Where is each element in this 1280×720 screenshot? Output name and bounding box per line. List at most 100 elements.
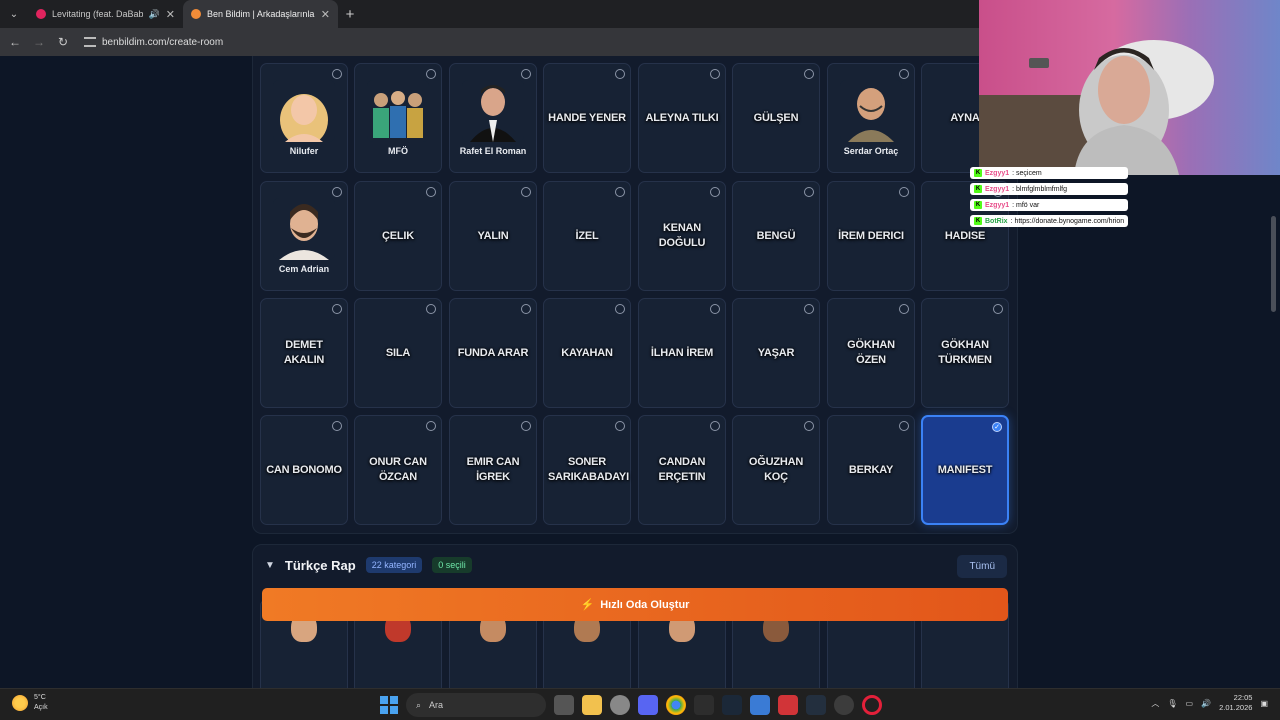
category-card[interactable]: ALEYNA TILKI xyxy=(638,63,726,173)
pen-app-icon[interactable] xyxy=(694,695,714,715)
radio-icon[interactable] xyxy=(899,187,909,197)
radio-icon[interactable] xyxy=(332,304,342,314)
windows-start-icon[interactable] xyxy=(380,696,398,714)
obs-icon[interactable] xyxy=(834,695,854,715)
chevron-up-icon[interactable]: ︿ xyxy=(1151,698,1159,709)
category-card[interactable]: MFÖ xyxy=(354,63,442,173)
radio-icon[interactable] xyxy=(899,421,909,431)
chevron-down-icon[interactable]: ▼ xyxy=(265,560,275,571)
network-icon[interactable]: ▭ xyxy=(1186,699,1194,708)
category-card[interactable]: Cem Adrian xyxy=(260,181,348,291)
clock[interactable]: 22:05 2.01.2026 xyxy=(1219,693,1252,713)
weather-widget[interactable]: 5°C Açık xyxy=(12,693,48,713)
office-icon[interactable] xyxy=(778,695,798,715)
new-tab-button[interactable]: + xyxy=(338,6,362,23)
checked-radio-icon[interactable]: ✓ xyxy=(992,422,1002,432)
close-tab-icon[interactable]: ✕ xyxy=(321,8,330,21)
category-card[interactable]: BERKAY xyxy=(827,415,915,525)
radio-icon[interactable] xyxy=(993,304,1003,314)
radio-icon[interactable] xyxy=(521,69,531,79)
radio-icon[interactable] xyxy=(521,421,531,431)
steam-icon[interactable] xyxy=(722,695,742,715)
category-card[interactable]: FUNDA ARAR xyxy=(449,298,537,408)
radio-icon[interactable] xyxy=(804,421,814,431)
radio-icon[interactable] xyxy=(332,69,342,79)
taskbar-search[interactable]: ⌕ Ara xyxy=(406,693,546,717)
category-card[interactable]: SONER SARIKABADAYI xyxy=(543,415,631,525)
section-header[interactable]: ▼ Türkçe Rap 22 kategori 0 seçili xyxy=(265,557,472,573)
radio-icon[interactable] xyxy=(332,187,342,197)
site-info-icon[interactable] xyxy=(84,37,96,47)
tab-levitating[interactable]: Levitating (feat. DaBaby) - Y 🔊 ✕ xyxy=(28,0,183,28)
radio-icon[interactable] xyxy=(710,304,720,314)
category-card[interactable]: KAYAHAN xyxy=(543,298,631,408)
scrollbar-thumb[interactable] xyxy=(1271,216,1276,312)
notification-icon[interactable]: ▣ xyxy=(1260,699,1268,708)
radio-icon[interactable] xyxy=(521,187,531,197)
category-card[interactable]: EMIR CAN İGREK xyxy=(449,415,537,525)
url-text[interactable]: benbildim.com/create-room xyxy=(102,37,223,48)
category-card[interactable]: DEMET AKALIN xyxy=(260,298,348,408)
radio-icon[interactable] xyxy=(804,187,814,197)
store-icon[interactable] xyxy=(750,695,770,715)
card-label: GÖKHAN TÜRKMEN xyxy=(938,339,992,366)
category-card[interactable]: ÇELIK xyxy=(354,181,442,291)
radio-icon[interactable] xyxy=(710,187,720,197)
tab-list-button[interactable]: ⌄ xyxy=(0,0,28,28)
category-card[interactable]: BENGÜ xyxy=(732,181,820,291)
radio-icon[interactable] xyxy=(521,304,531,314)
category-card[interactable]: GÜLŞEN xyxy=(732,63,820,173)
radio-icon[interactable] xyxy=(615,421,625,431)
microphone-icon[interactable]: 🎙 xyxy=(1167,699,1177,708)
category-card[interactable]: OĞUZHAN KOÇ xyxy=(732,415,820,525)
radio-icon[interactable] xyxy=(899,304,909,314)
radio-icon[interactable] xyxy=(426,304,436,314)
radio-icon[interactable] xyxy=(710,69,720,79)
category-card[interactable]: İZEL xyxy=(543,181,631,291)
category-card[interactable]: CANDAN ERÇETIN xyxy=(638,415,726,525)
category-card[interactable]: CAN BONOMO xyxy=(260,415,348,525)
category-card[interactable]: İLHAN İREM xyxy=(638,298,726,408)
reload-icon[interactable]: ↻ xyxy=(56,35,70,49)
category-card[interactable]: ✓ MANIFEST xyxy=(921,415,1009,525)
radio-icon[interactable] xyxy=(804,69,814,79)
amazon-icon[interactable] xyxy=(806,695,826,715)
category-card[interactable]: SILA xyxy=(354,298,442,408)
discord-icon[interactable] xyxy=(638,695,658,715)
volume-icon[interactable]: 🔊 xyxy=(1201,699,1211,708)
category-card[interactable]: Nilufer xyxy=(260,63,348,173)
radio-icon[interactable] xyxy=(426,421,436,431)
speaker-icon[interactable]: 🔊 xyxy=(149,9,160,20)
forward-icon[interactable]: → xyxy=(32,35,46,49)
radio-icon[interactable] xyxy=(426,187,436,197)
settings-app-icon[interactable] xyxy=(610,695,630,715)
category-card[interactable]: YALIN xyxy=(449,181,537,291)
category-card[interactable]: GÖKHAN ÖZEN xyxy=(827,298,915,408)
tab-benbildim[interactable]: Ben Bildim | Arkadaşlarınla Onl ✕ xyxy=(183,0,338,28)
radio-icon[interactable] xyxy=(615,69,625,79)
radio-icon[interactable] xyxy=(615,187,625,197)
category-card[interactable]: Serdar Ortaç xyxy=(827,63,915,173)
opera-icon[interactable] xyxy=(862,695,882,715)
radio-icon[interactable] xyxy=(899,69,909,79)
file-explorer-icon[interactable] xyxy=(582,695,602,715)
chrome-icon[interactable] xyxy=(666,695,686,715)
category-card[interactable]: GÖKHAN TÜRKMEN xyxy=(921,298,1009,408)
task-view-icon[interactable] xyxy=(554,695,574,715)
radio-icon[interactable] xyxy=(804,304,814,314)
back-icon[interactable]: ← xyxy=(8,35,22,49)
radio-icon[interactable] xyxy=(710,421,720,431)
category-card[interactable]: Rafet El Roman xyxy=(449,63,537,173)
radio-icon[interactable] xyxy=(615,304,625,314)
select-all-button[interactable]: Tümü xyxy=(957,555,1007,578)
category-card[interactable]: HANDE YENER xyxy=(543,63,631,173)
close-tab-icon[interactable]: ✕ xyxy=(166,8,175,21)
category-card[interactable]: İREM DERICI xyxy=(827,181,915,291)
quick-create-room-button[interactable]: ⚡ Hızlı Oda Oluştur xyxy=(262,588,1008,621)
radio-icon[interactable] xyxy=(426,69,436,79)
category-card[interactable]: ONUR CAN ÖZCAN xyxy=(354,415,442,525)
radio-icon[interactable] xyxy=(332,421,342,431)
category-card[interactable]: KENAN DOĞULU xyxy=(638,181,726,291)
category-card[interactable]: YAŞAR xyxy=(732,298,820,408)
omnibox[interactable]: benbildim.com/create-room xyxy=(84,37,223,48)
